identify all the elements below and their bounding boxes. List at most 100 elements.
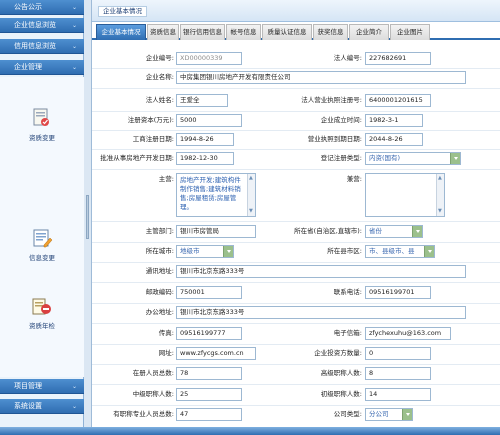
sidebar-item-info-change[interactable]: 信息变更 (14, 227, 70, 262)
main-business-text: 房地产开发;建筑构件制作销售;建筑材料销售;房屋租赁;房屋管理。 (180, 176, 241, 211)
staff-label: 在册人员总数: (132, 369, 174, 377)
email-field[interactable]: zfychexuhu@163.com (365, 327, 451, 340)
authority-label: 主管部门: (145, 227, 174, 235)
company-no-field[interactable]: XD00000339 (176, 52, 242, 65)
nav-system-settings[interactable]: 系统设置 ⌄ (0, 399, 84, 414)
sidebar-item-info-change-label: 信息变更 (29, 254, 55, 262)
tab-qualification[interactable]: 资质信息 (147, 24, 179, 40)
sidebar-item-annual-inspection[interactable]: 资质年检 (14, 295, 70, 330)
nav-announcements[interactable]: 公告公示 ⌄ (0, 0, 84, 15)
sidebar-item-annual-inspection-label: 资质年检 (29, 322, 55, 330)
row-divider (92, 221, 500, 222)
nav-company-browse-label: 企业信息浏览 (14, 21, 56, 29)
reg-date-label: 工商注册日期: (132, 135, 174, 143)
nav-company-browse[interactable]: 企业信息浏览 ⌄ (0, 18, 84, 33)
license-field[interactable]: 6400001201615 (365, 94, 431, 107)
chevron-down-icon: ⌄ (71, 22, 77, 29)
tab-basic-info[interactable]: 企业基本情况 (96, 24, 146, 40)
company-type-select[interactable]: 分公司 (365, 408, 413, 421)
senior-title-label: 高级职称人数: (320, 369, 362, 377)
chevron-down-icon: ⌄ (71, 43, 77, 50)
dropdown-arrow-icon[interactable] (412, 226, 422, 237)
email-label: 电子信箱: (333, 329, 362, 337)
row-divider (92, 344, 500, 345)
side-business-label: 兼营: (346, 175, 362, 183)
tab-account[interactable]: 帐号信息 (226, 24, 261, 40)
address-field[interactable]: 银川市北京东路333号 (176, 265, 466, 278)
founded-field[interactable]: 1982-3-1 (365, 114, 423, 127)
chevron-down-icon: ⌄ (71, 4, 77, 11)
sidebar-item-qualification-change[interactable]: 资质变更 (14, 107, 70, 142)
row-divider (92, 323, 500, 324)
reg-type-label: 登记注册类型: (320, 154, 362, 162)
legal-no-label: 法人编号: (333, 54, 362, 62)
bottom-status-bar (0, 427, 500, 435)
nav-company-manage[interactable]: 企业管理 ⌄ (0, 60, 84, 75)
mid-title-field[interactable]: 25 (176, 388, 242, 401)
chevron-down-icon: ⌄ (71, 403, 77, 410)
staff-field[interactable]: 78 (176, 367, 242, 380)
license-expire-field[interactable]: 2044-8-26 (365, 133, 423, 146)
capital-label: 注册资本(万元): (127, 116, 174, 124)
senior-title-field[interactable]: 8 (365, 367, 431, 380)
junior-title-label: 初级职称人数: (320, 390, 362, 398)
province-select[interactable]: 省份 (365, 225, 423, 238)
fax-field[interactable]: 09516199777 (176, 327, 242, 340)
company-name-field[interactable]: 中房集团银川房地产开发有限责任公司 (176, 71, 466, 84)
row-divider (92, 282, 500, 283)
dropdown-arrow-icon[interactable] (223, 246, 233, 257)
authority-field[interactable]: 银川市房管局 (176, 225, 256, 238)
document-edit-icon (33, 229, 53, 248)
tab-company-intro[interactable]: 企业简介 (349, 24, 389, 40)
dropdown-arrow-icon[interactable] (450, 153, 460, 164)
main-business-textarea[interactable]: 房地产开发;建筑构件制作销售;建筑材料销售;房屋租赁;房屋管理。 (176, 173, 256, 217)
dropdown-arrow-icon[interactable] (402, 409, 412, 420)
textarea-scrollbar[interactable] (436, 174, 444, 216)
postcode-field[interactable]: 750001 (176, 286, 242, 299)
mid-title-label: 中级职称人数: (132, 390, 174, 398)
company-name-label: 企业名称: (145, 73, 174, 81)
tab-awards[interactable]: 获奖信息 (313, 24, 348, 40)
nav-project-manage[interactable]: 项目管理 ⌄ (0, 379, 84, 394)
reg-type-select[interactable]: 内资(国有) (365, 152, 461, 165)
side-business-textarea[interactable] (365, 173, 445, 217)
capital-field[interactable]: 5000 (176, 114, 242, 127)
company-type-value: 分公司 (369, 410, 389, 418)
dropdown-arrow-icon[interactable] (424, 246, 434, 257)
row-divider (92, 111, 500, 112)
main-business-label: 主营: (158, 175, 174, 183)
tab-bar: 企业基本情况 资质信息 银行信用信息 帐号信息 质量认证信息 获奖信息 企业简介… (92, 24, 500, 40)
legal-name-field[interactable]: 王爱全 (176, 94, 228, 107)
website-field[interactable]: www.zfycgs.com.cn (176, 347, 256, 360)
splitter-grip[interactable] (86, 195, 89, 239)
junior-title-field[interactable]: 14 (365, 388, 431, 401)
tab-company-photos[interactable]: 企业图片 (390, 24, 430, 40)
chevron-down-icon: ⌄ (71, 383, 77, 390)
phone-field[interactable]: 09516199701 (365, 286, 431, 299)
tab-bank-credit[interactable]: 银行信用信息 (180, 24, 225, 40)
office-field[interactable]: 银川市北京东路333号 (176, 306, 466, 319)
county-value: 市、县级市、县 (369, 247, 415, 255)
investment-field[interactable]: 0 (365, 347, 431, 360)
panel-titlebar: 企业基本情况 (92, 0, 500, 22)
nav-credit-browse-label: 信用信息浏览 (14, 42, 56, 50)
county-label: 所在县市区: (327, 247, 362, 255)
tab-quality-cert[interactable]: 质量认证信息 (262, 24, 312, 40)
textarea-scrollbar[interactable] (247, 174, 255, 216)
sidebar-splitter[interactable] (84, 0, 92, 435)
nav-project-manage-label: 项目管理 (14, 382, 42, 390)
investment-label: 企业投资方数量: (314, 349, 362, 357)
city-select[interactable]: 地级市 (176, 245, 234, 258)
row-divider (92, 130, 500, 131)
office-label: 办公地址: (145, 308, 174, 316)
legal-no-field[interactable]: 227682691 (365, 52, 431, 65)
pro-staff-field[interactable]: 47 (176, 408, 242, 421)
nav-announcements-label: 公告公示 (14, 3, 42, 11)
nav-credit-browse[interactable]: 信用信息浏览 ⌄ (0, 39, 84, 54)
reg-date-field[interactable]: 1994-8-26 (176, 133, 234, 146)
approval-date-field[interactable]: 1982-12-30 (176, 152, 234, 165)
certificate-edit-icon (33, 108, 49, 126)
county-select[interactable]: 市、县级市、县 (365, 245, 435, 258)
reg-type-value: 内资(国有) (369, 154, 401, 162)
row-divider (92, 149, 500, 150)
